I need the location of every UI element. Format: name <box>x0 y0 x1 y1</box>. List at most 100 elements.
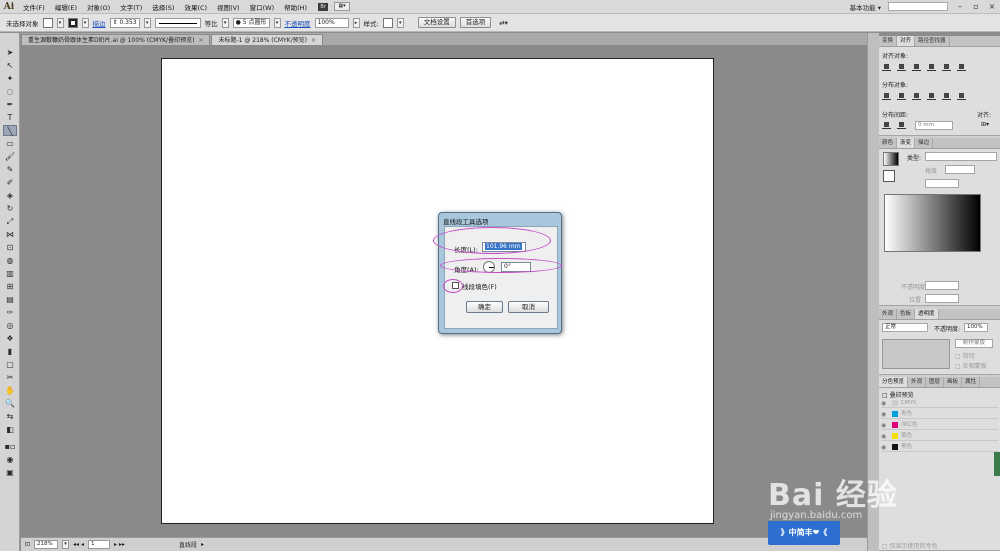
zoom-dropdown-icon[interactable]: ▾ <box>62 540 70 549</box>
tab-separations[interactable]: 分色预览 <box>879 377 909 387</box>
hand-tool-icon[interactable]: ✋ <box>3 385 17 396</box>
align-top-icon[interactable] <box>927 64 936 71</box>
stroke-dropdown-icon[interactable]: ▾ <box>81 17 89 28</box>
artboard-nav-first-icon[interactable]: ⊡ <box>25 541 30 548</box>
separation-row[interactable]: ◉ 黄色 <box>881 432 998 441</box>
cancel-button[interactable]: 取消 <box>508 301 549 313</box>
distribute-right-icon[interactable] <box>957 93 966 100</box>
close-icon[interactable]: × <box>984 2 1000 11</box>
mesh-tool-icon[interactable]: ⊞ <box>3 281 17 292</box>
help-search-input[interactable] <box>888 2 948 11</box>
gradient-aspect-input[interactable] <box>925 179 959 188</box>
magic-wand-tool-icon[interactable]: ✦ <box>3 73 17 84</box>
style-dropdown-icon[interactable]: ▾ <box>396 17 404 28</box>
rectangle-tool-icon[interactable]: ▭ <box>3 138 17 149</box>
restore-icon[interactable]: ▫ <box>968 2 984 11</box>
separation-row[interactable]: ◉ CMYK <box>881 399 998 408</box>
minimize-icon[interactable]: – <box>952 2 968 11</box>
make-mask-button[interactable]: 制作蒙版 <box>955 339 993 348</box>
tab-stroke[interactable]: 描边 <box>915 138 934 148</box>
side-tab[interactable] <box>994 452 1000 476</box>
gradient-tool-icon[interactable]: ▤ <box>3 294 17 305</box>
gradient-angle-input[interactable] <box>945 165 975 174</box>
menu-type[interactable]: 文字(T) <box>115 2 147 12</box>
selection-tool-icon[interactable]: ➤ <box>3 47 17 58</box>
next-artboard-icon[interactable]: ▸ ▸▸ <box>114 541 125 548</box>
distribute-top-icon[interactable] <box>882 93 891 100</box>
distribute-left-icon[interactable] <box>927 93 936 100</box>
stroke-profile-preview[interactable] <box>154 17 201 28</box>
tab-transparency[interactable]: 透明度 <box>915 309 939 319</box>
menu-effect[interactable]: 效果(C) <box>179 2 212 12</box>
stroke-swatch[interactable] <box>67 17 78 28</box>
tab-transform[interactable]: 变换 <box>879 36 898 46</box>
prev-artboard-icon[interactable]: ◂◂ ◂ <box>73 541 84 548</box>
fill-dropdown-icon[interactable]: ▾ <box>56 17 64 28</box>
scale-tool-icon[interactable]: ⤢ <box>3 216 17 227</box>
graphic-style-swatch[interactable] <box>382 17 393 28</box>
column-graph-tool-icon[interactable]: ▮ <box>3 346 17 357</box>
pen-tool-icon[interactable]: ✒ <box>3 99 17 110</box>
separation-row[interactable]: ◉ 黑色 <box>881 443 998 452</box>
rotate-tool-icon[interactable]: ↻ <box>3 203 17 214</box>
eye-icon[interactable]: ◉ <box>881 399 889 408</box>
paintbrush-tool-icon[interactable]: 🖌 <box>3 151 17 162</box>
fill-stroke-indicator[interactable]: ◧ <box>3 424 17 440</box>
align-bottom-icon[interactable] <box>957 64 966 71</box>
tab-artboards[interactable]: 画板 <box>944 377 963 387</box>
separation-row[interactable]: ◉ 洋红色 <box>881 421 998 430</box>
bridge-button[interactable]: Br <box>318 2 329 11</box>
tab-gradient[interactable]: 渐变 <box>897 138 916 148</box>
tab-layers[interactable]: 图层 <box>926 377 945 387</box>
swap-fill-stroke-icon[interactable]: ⇆ <box>3 411 17 422</box>
tab-document-2[interactable]: 未标题-1 @ 218% (CMYK/预览) × <box>211 34 324 45</box>
close-tab-icon[interactable]: × <box>198 37 203 44</box>
tab-appearance-2[interactable]: 外观 <box>908 377 927 387</box>
blob-brush-tool-icon[interactable]: ✐ <box>3 177 17 188</box>
distribute-bottom-icon[interactable] <box>912 93 921 100</box>
tab-swatches[interactable]: 色板 <box>897 309 916 319</box>
gradient-type-select[interactable] <box>925 152 997 161</box>
align-h-center-icon[interactable] <box>897 64 906 71</box>
vertical-scrollbar[interactable] <box>867 33 879 551</box>
line-segment-tool-icon[interactable]: ╲ <box>3 125 17 136</box>
eyedropper-tool-icon[interactable]: ✑ <box>3 307 17 318</box>
artboard-number-input[interactable]: 1 <box>87 540 110 549</box>
spacing-input[interactable]: 0 mm <box>915 121 953 130</box>
profile-dropdown-icon[interactable]: ▾ <box>221 17 229 28</box>
zoom-level-input[interactable]: 218% <box>34 540 59 549</box>
opacity-input[interactable]: 100% <box>314 17 349 28</box>
opacity-panel-link[interactable]: 不透明度 <box>285 18 311 28</box>
eraser-tool-icon[interactable]: ◈ <box>3 190 17 201</box>
fill-line-checkbox[interactable] <box>452 282 459 289</box>
preferences-button[interactable]: 首选项 <box>459 17 492 28</box>
drawing-mode-icon[interactable]: ◉ <box>3 454 17 465</box>
show-used-spot-colors-checkbox[interactable]: □ 仅显示使用的专色 <box>882 541 938 550</box>
screen-mode-icon[interactable]: ▣ <box>3 467 17 478</box>
clip-checkbox[interactable]: □ 剪切 <box>955 351 975 360</box>
eye-icon[interactable]: ◉ <box>881 443 889 452</box>
stroke-panel-link[interactable]: 描边 <box>93 18 106 28</box>
document-setup-button[interactable]: 文档设置 <box>417 17 456 28</box>
tab-document-1[interactable]: 重生源敷糠奶骨跟体生素D奶片.ai @ 100% (CMYK/叠印预览) × <box>21 34 211 45</box>
brush-definition[interactable]: ● 5 点圆形 <box>232 17 270 28</box>
gradient-opacity-input[interactable] <box>925 281 959 290</box>
slice-tool-icon[interactable]: ✂ <box>3 372 17 383</box>
type-tool-icon[interactable]: T <box>3 112 17 123</box>
distribute-h-center-icon[interactable] <box>942 93 951 100</box>
distribute-v-center-icon[interactable] <box>897 93 906 100</box>
tab-pathfinder[interactable]: 路径查找器 <box>915 36 950 46</box>
workspace-switcher[interactable]: 基本功能 ▾ <box>847 2 884 12</box>
ok-button[interactable]: 确定 <box>466 301 503 313</box>
artboard-tool-icon[interactable]: ▢ <box>3 359 17 370</box>
free-transform-tool-icon[interactable]: ⊡ <box>3 242 17 253</box>
angle-input[interactable]: 0° <box>501 262 531 272</box>
shape-builder-tool-icon[interactable]: ◍ <box>3 255 17 266</box>
gradient-slider[interactable] <box>884 194 981 252</box>
invert-mask-checkbox[interactable]: □ 反相蒙版 <box>955 361 987 370</box>
fill-swatch[interactable] <box>42 17 53 28</box>
fill-stroke-mini-icon[interactable] <box>883 170 895 182</box>
align-left-icon[interactable] <box>882 64 891 71</box>
gradient-preview-swatch[interactable] <box>883 152 899 166</box>
distribute-h-space-icon[interactable] <box>897 122 906 129</box>
